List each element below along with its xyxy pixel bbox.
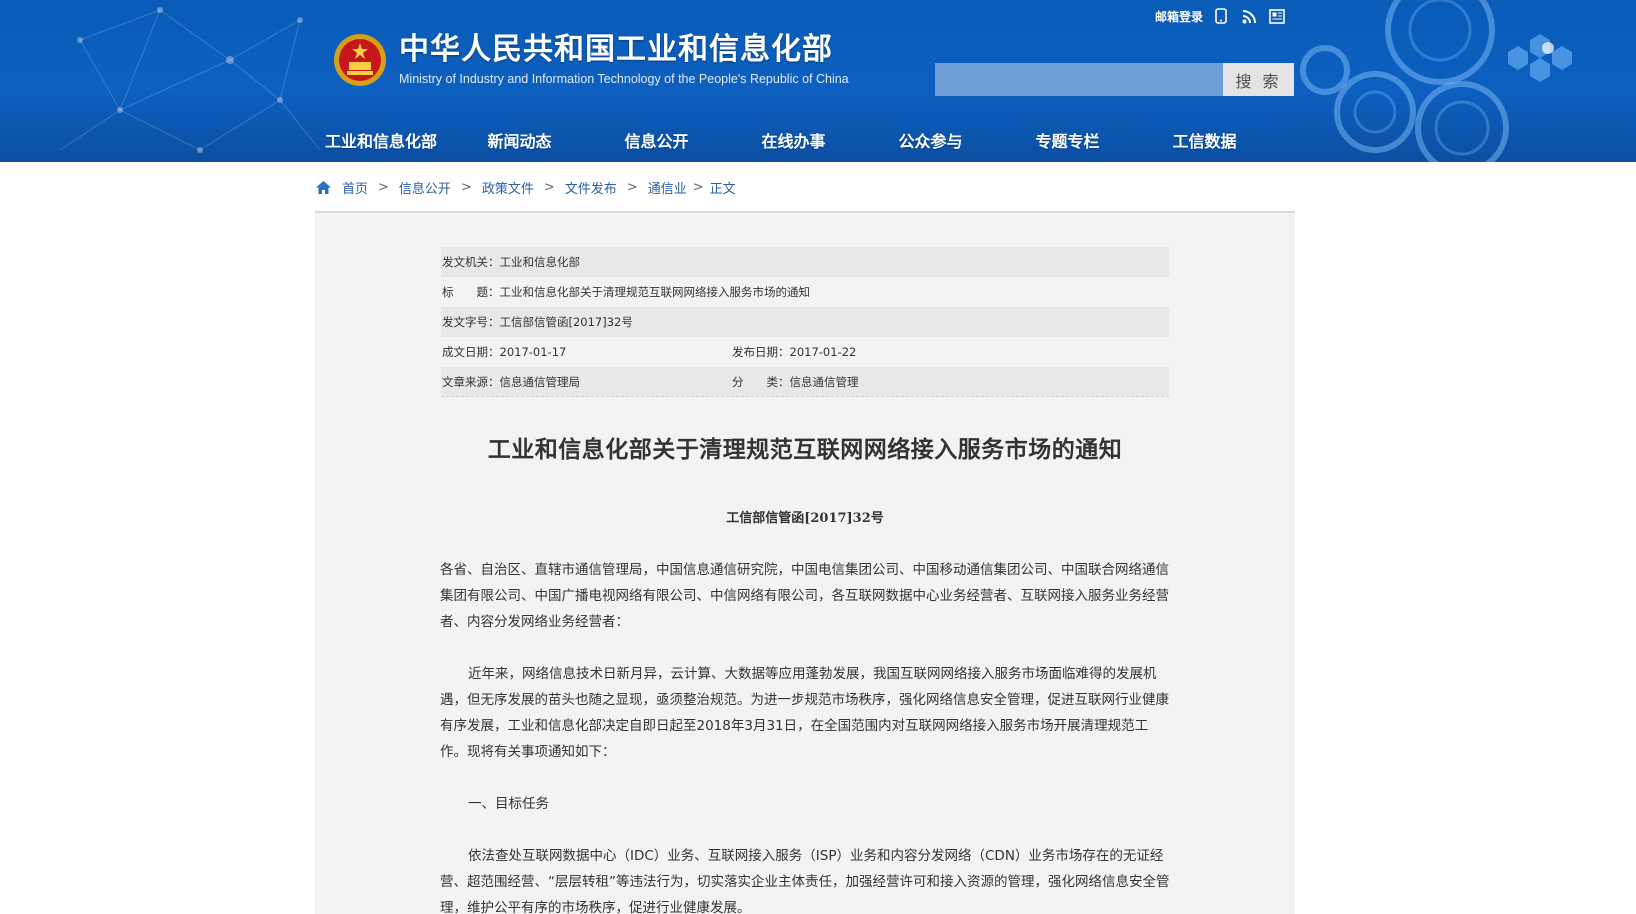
breadcrumb-separator: > [692, 179, 704, 195]
nav-item-info-disclosure[interactable]: 信息公开 [588, 126, 725, 158]
search-button[interactable]: 搜 索 [1223, 63, 1294, 96]
nav-item-news[interactable]: 新闻动态 [451, 126, 588, 158]
breadcrumb-policy-documents[interactable]: 政策文件 [482, 178, 534, 197]
article-paragraph: 依法查处互联网数据中心（IDC）业务、互联网接入服务（ISP）业务和内容分发网络… [440, 848, 1170, 914]
meta-row-docno: 发文字号： 工信部信管函[2017]32号 [441, 307, 1169, 337]
mail-login-link[interactable]: 邮箱登录 [1155, 8, 1203, 25]
meta-docno: 工信部信管函[2017]32号 [499, 315, 633, 329]
meta-source-cell: 文章来源： 信息通信管理局 [442, 367, 732, 396]
site-title: 中华人民共和国工业和信息化部 [399, 32, 833, 67]
breadcrumb-current: 正文 [709, 181, 736, 197]
breadcrumb-separator: > [543, 179, 555, 195]
breadcrumb-separator: > [378, 179, 389, 195]
meta-label: 文章来源： [442, 375, 500, 389]
meta-published-cell: 发布日期： 2017-01-22 [732, 337, 856, 367]
meta-row-source: 文章来源： 信息通信管理局 分 类： 信息通信管理 [441, 367, 1169, 397]
nav-item-data[interactable]: 工信数据 [1136, 126, 1273, 158]
article-paragraph: 各省、自治区、直辖市通信管理局，中国信息通信研究院，中国电信集团公司、中国移动通… [440, 562, 1169, 630]
meta-label: 成文日期： [442, 345, 500, 359]
meta-created-cell: 成文日期： 2017-01-17 [442, 337, 732, 367]
meta-row-title: 标 题： 工业和信息化部关于清理规范互联网网络接入服务市场的通知 [441, 277, 1169, 307]
home-icon[interactable] [315, 178, 333, 196]
breadcrumb-home[interactable]: 首页 [342, 178, 368, 197]
rss-icon[interactable] [1239, 6, 1259, 26]
main-nav: 工业和信息化部 新闻动态 信息公开 在线办事 公众参与 专题专栏 工信数据 [311, 126, 1273, 158]
nav-item-special-topics[interactable]: 专题专栏 [999, 126, 1136, 158]
site-header: 中华人民共和国工业和信息化部 Ministry of Industry and … [0, 0, 1636, 162]
breadcrumb-separator: > [460, 179, 472, 195]
meta-published-date: 2017-01-22 [789, 345, 857, 359]
mobile-icon[interactable] [1211, 6, 1231, 26]
breadcrumb-document-release[interactable]: 文件发布 [565, 178, 617, 197]
nav-item-public-participation[interactable]: 公众参与 [862, 126, 999, 158]
search-input[interactable] [935, 63, 1223, 96]
article-document-number: 工信部信管函[2017]32号 [726, 511, 884, 526]
meta-created-date: 2017-01-17 [499, 345, 567, 359]
nav-item-ministry[interactable]: 工业和信息化部 [311, 126, 451, 158]
meta-issuer: 工业和信息化部 [499, 255, 581, 269]
article-title: 工业和信息化部关于清理规范互联网网络接入服务市场的通知 [487, 437, 1123, 463]
site-brand[interactable]: 中华人民共和国工业和信息化部 Ministry of Industry and … [333, 28, 849, 92]
meta-title: 工业和信息化部关于清理规范互联网网络接入服务市场的通知 [499, 285, 811, 299]
newspaper-icon[interactable] [1267, 6, 1287, 26]
article-section-heading: 一、目标任务 [468, 796, 549, 812]
breadcrumb-separator: > [626, 179, 638, 195]
nav-item-online-services[interactable]: 在线办事 [725, 126, 862, 158]
meta-label: 发布日期： [732, 345, 790, 359]
meta-category: 信息通信管理 [789, 375, 859, 389]
meta-label: 发文字号： [442, 315, 500, 329]
meta-source: 信息通信管理局 [499, 375, 581, 389]
meta-category-cell: 分 类： 信息通信管理 [732, 367, 859, 396]
meta-row-issuer: 发文机关： 工业和信息化部 [441, 247, 1169, 277]
breadcrumb: 首页 > 信息公开 > 政策文件 > 文件发布 > 通信业 > 正文 [315, 175, 736, 199]
breadcrumb-telecom[interactable]: 通信业 [648, 178, 687, 197]
breadcrumb-info-disclosure[interactable]: 信息公开 [399, 178, 451, 197]
meta-label: 发文机关： [442, 255, 500, 269]
article-paragraph: 近年来，网络信息技术日新月异，云计算、大数据等应用蓬勃发展，我国互联网网络接入服… [440, 666, 1169, 760]
meta-label: 分 类： [732, 375, 790, 389]
search-bar: 搜 索 [935, 63, 1294, 96]
document-metadata: 发文机关： 工业和信息化部 标 题： 工业和信息化部关于清理规范互联网网络接入服… [441, 247, 1169, 397]
meta-label: 标 题： [442, 285, 500, 299]
site-subtitle: Ministry of Industry and Information Tec… [399, 72, 849, 86]
meta-row-dates: 成文日期： 2017-01-17 发布日期： 2017-01-22 [441, 337, 1169, 367]
national-emblem-icon [334, 34, 386, 86]
top-links: 邮箱登录 [1155, 5, 1287, 27]
